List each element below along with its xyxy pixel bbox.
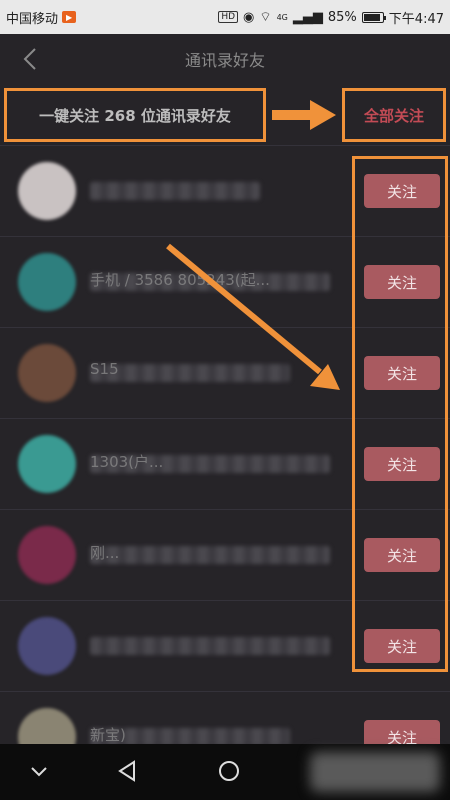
follow-all-bar: 一键关注 268 位通讯录好友 全部关注 — [0, 84, 450, 146]
blurred-name — [90, 546, 330, 564]
follow-all-button[interactable]: 全部关注 — [342, 88, 446, 142]
contact-name: S15 — [90, 360, 119, 378]
annotation-arrow-right-icon — [272, 100, 336, 130]
hd-icon: HD — [218, 11, 239, 23]
carrier-group: 中国移动 ▶ — [6, 8, 77, 27]
network-type: 4G — [276, 12, 288, 22]
contact-name: 刚... — [90, 544, 120, 562]
annotation-arrow-diagonal-icon — [166, 243, 340, 390]
annotation-highlight-box — [352, 156, 448, 672]
chevron-down-icon[interactable] — [26, 758, 52, 784]
status-bar: 中国移动 ▶ HD ◉ ⌔ 4G ▂▄▆ 85% 下午4:47 — [0, 0, 450, 34]
blurred-name — [90, 637, 330, 655]
chevron-left-icon[interactable] — [22, 47, 38, 71]
avatar — [18, 435, 76, 493]
system-nav-bar — [0, 744, 450, 800]
clock: 下午4:47 — [388, 11, 444, 27]
blurred-name — [90, 182, 260, 200]
status-icons: HD ◉ ⌔ 4G ▂▄▆ 85% 下午4:47 — [218, 8, 444, 27]
contact-name: 新宝) — [90, 726, 126, 744]
home-circle-icon[interactable] — [216, 758, 242, 784]
battery-icon — [361, 11, 386, 23]
wifi-icon: ⌔ — [259, 10, 272, 25]
app-header: 通讯录好友 — [0, 34, 450, 84]
back-triangle-icon[interactable] — [114, 758, 140, 784]
signal-icon: ▂▄▆ — [292, 9, 323, 25]
avatar — [18, 526, 76, 584]
carrier-name: 中国移动 — [6, 11, 59, 27]
obscured-region — [310, 752, 440, 792]
avatar — [18, 162, 76, 220]
battery-percent: 85% — [327, 9, 357, 25]
avatar — [18, 253, 76, 311]
follow-summary-text: 一键关注 268 位通讯录好友 — [4, 88, 266, 142]
avatar — [18, 344, 76, 402]
avatar — [18, 617, 76, 675]
eye-icon: ◉ — [243, 9, 255, 25]
contact-name: 1303(户... — [90, 453, 164, 471]
page-title: 通讯录好友 — [184, 51, 265, 70]
carrier-app-icon: ▶ — [62, 11, 77, 23]
